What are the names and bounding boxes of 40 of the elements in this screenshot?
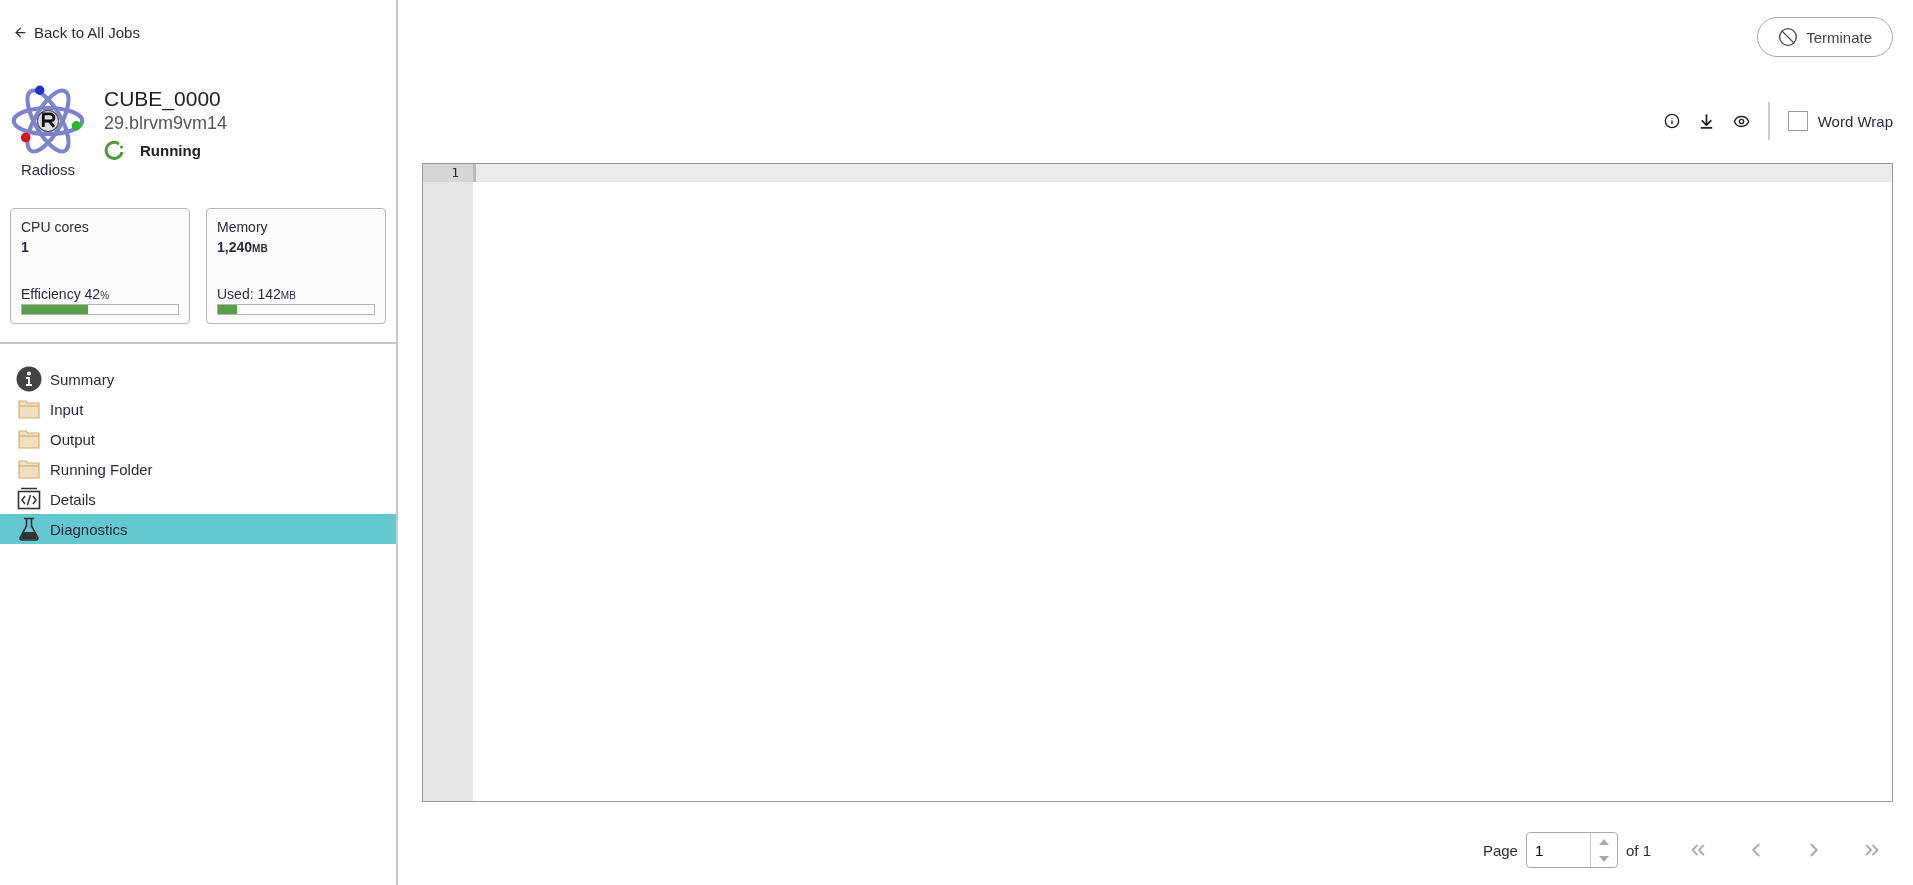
nav-item[interactable]: Details (0, 484, 396, 514)
code-editor[interactable]: 1 (422, 163, 1893, 802)
meter-label: Used: 142MB (217, 286, 297, 302)
info-button[interactable] (1663, 113, 1680, 129)
nav-label: Input (50, 400, 84, 418)
nav-label: Diagnostics (50, 520, 128, 538)
card-title: Memory (217, 219, 269, 235)
nav-item[interactable]: Summary (0, 364, 396, 394)
nav-item[interactable]: Output (0, 424, 396, 454)
running-spinner-icon (104, 140, 124, 160)
page-stepper[interactable]: 1 (1525, 832, 1618, 868)
page-label: Page (1482, 841, 1518, 859)
card-value: 1,240MB (217, 239, 269, 255)
meter-label: Efficiency 42% (21, 286, 111, 302)
job-name: CUBE_0000 (104, 87, 222, 111)
nav-label: Running Folder (50, 460, 153, 478)
nav-label: Details (50, 490, 96, 508)
info-icon (16, 366, 42, 392)
nav-label: Summary (50, 370, 115, 388)
code-icon (16, 486, 42, 512)
nav-item[interactable]: Input (0, 394, 396, 424)
job-id: 29.blrvm9vm14 (104, 113, 228, 134)
card-value: 1 (21, 239, 30, 255)
back-link[interactable]: Back to All Jobs (13, 24, 140, 41)
card-title: CPU cores (21, 219, 90, 235)
app-name: Radioss (20, 161, 76, 178)
nav-label: Output (50, 430, 96, 448)
nav-item[interactable]: Running Folder (0, 454, 396, 484)
page-count: of 1 (1625, 841, 1651, 859)
terminate-button[interactable]: Terminate (1757, 17, 1893, 57)
checkbox[interactable] (1787, 111, 1808, 131)
line-number: 1 (423, 164, 473, 182)
page-field[interactable]: 1 (1526, 840, 1590, 860)
step-up-icon[interactable] (1598, 838, 1609, 845)
ban-icon (1778, 27, 1799, 47)
flask-icon (16, 516, 42, 542)
nav-item[interactable]: Diagnostics (0, 514, 396, 544)
word-wrap-checkbox[interactable]: Word Wrap (1787, 111, 1893, 131)
job-status: Running (140, 141, 201, 159)
step-down-icon[interactable] (1598, 855, 1609, 862)
